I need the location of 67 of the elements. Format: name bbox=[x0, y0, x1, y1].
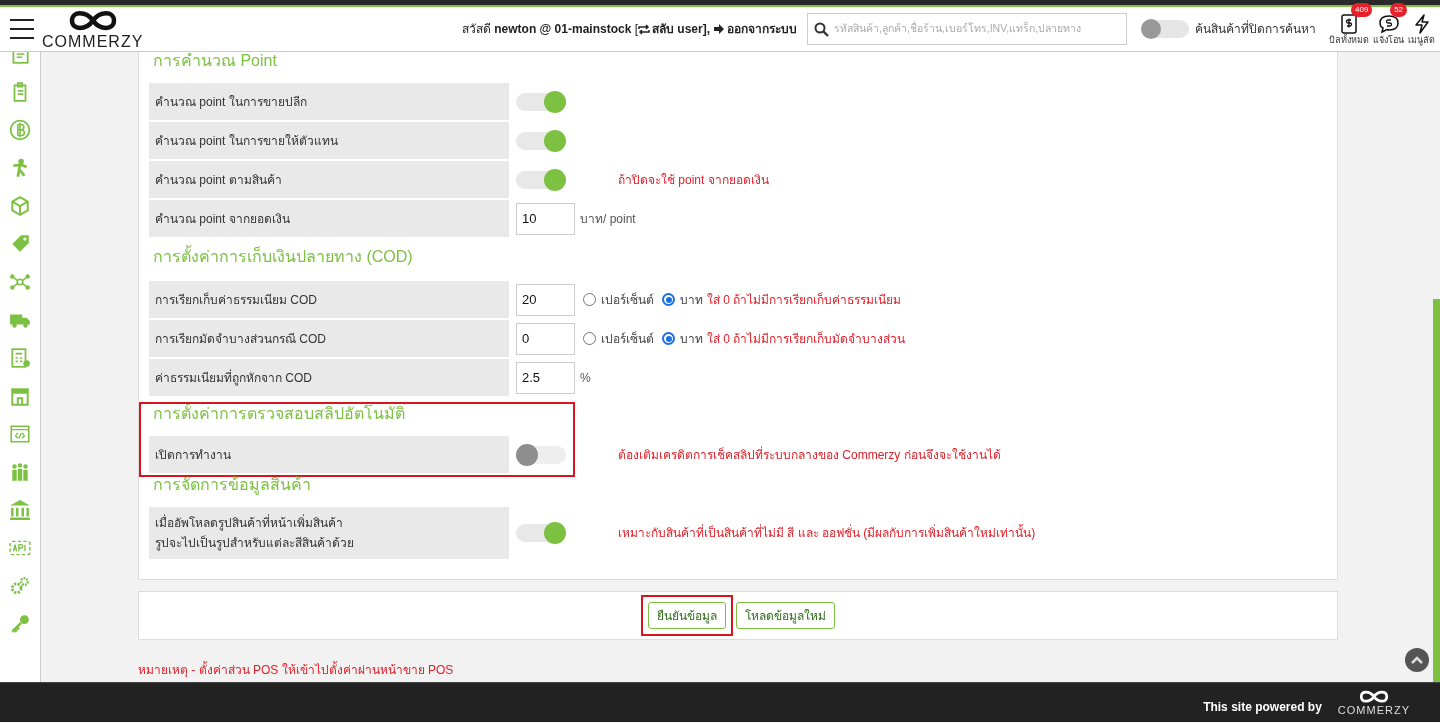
unit-label: บาท/ point bbox=[580, 210, 636, 228]
gears-icon[interactable] bbox=[9, 575, 31, 597]
bank-icon[interactable] bbox=[9, 499, 31, 521]
action-button[interactable]: ยืนยันข้อมูล bbox=[648, 602, 726, 629]
code-window-icon[interactable] bbox=[9, 423, 31, 445]
store-icon[interactable] bbox=[9, 385, 31, 407]
chevron-up-icon bbox=[1410, 655, 1424, 665]
footnote-text: หมายเหตุ - ตั้งค่าส่วน POS ให้เข้าไปตั้งค่าผ่านหน้าขาย POS bbox=[138, 663, 454, 677]
receipt-icon bbox=[1341, 14, 1357, 34]
toggle-switch[interactable] bbox=[516, 170, 566, 189]
toggle-switch[interactable] bbox=[516, 445, 566, 464]
setting-label: การเรียกเก็บค่าธรรมเนียม COD bbox=[149, 281, 509, 318]
toggle-label: ค้นสินค้าที่ปิดการค้นหา bbox=[1195, 20, 1316, 38]
key-icon[interactable] bbox=[9, 613, 31, 635]
setting-label: เปิดการทำงาน bbox=[149, 436, 509, 473]
search-field[interactable]: รหัสสินค้า,ลูกค้า,ชื่อร้าน,เบอร์โทร,INV,แทร็ก,ปลายทาง bbox=[807, 13, 1127, 45]
chat-icon bbox=[1377, 14, 1400, 34]
logo-text: COMMERZY bbox=[1337, 704, 1410, 717]
people-icon[interactable] bbox=[9, 461, 31, 483]
setting-label: เมื่ออัพโหลดรูปสินค้าที่หน้าเพิ่มสินค้า รูปจะไปเป็นรูปสำหรับแต่ละสีสินค้าด้วย bbox=[149, 507, 509, 559]
powered-by-text: This site powered by bbox=[1203, 698, 1322, 716]
setting-label: การเรียกมัดจำบางส่วนกรณี COD bbox=[149, 320, 509, 357]
greeting-text: สวัสดี newton @ 01-mainstock [ bbox=[461, 21, 638, 38]
toggle-switch[interactable] bbox=[516, 92, 566, 111]
count-badge: 409 bbox=[1351, 3, 1373, 17]
scrollbar-thumb[interactable] bbox=[1433, 299, 1440, 682]
action-button[interactable]: โหลดข้อมูลใหม่ bbox=[736, 602, 835, 629]
radio-option[interactable]: เปอร์เซ็นต์ bbox=[583, 290, 654, 309]
coin-icon[interactable] bbox=[9, 119, 31, 141]
logout-link[interactable]: ออกจากระบบ bbox=[714, 20, 797, 38]
radio-option[interactable]: เปอร์เซ็นต์ bbox=[583, 329, 654, 348]
network-icon[interactable] bbox=[9, 271, 31, 293]
hint-text: ใส่ 0 ถ้าไม่มีการเรียกเก็บมัดจำบางส่วน bbox=[707, 330, 906, 348]
section-heading: การตั้งค่าการตรวจสอบสลิปอัตโนมัติ bbox=[152, 404, 406, 424]
calculator-icon[interactable] bbox=[9, 347, 31, 369]
setting-label: ค่าธรรมเนียมที่ถูกหักจาก COD bbox=[149, 359, 509, 396]
setting-label: คำนวณ point ในการขายปลีก bbox=[149, 83, 509, 120]
number-field[interactable]: 2.5 bbox=[516, 361, 575, 394]
toggle-switch[interactable] bbox=[1141, 20, 1189, 38]
toggle-switch[interactable] bbox=[516, 131, 566, 150]
switch-user-link[interactable]: สลับ user], bbox=[638, 20, 710, 38]
number-field[interactable]: 10 bbox=[516, 202, 575, 235]
section-heading: การตั้งค่าการเก็บเงินปลายทาง (COD) bbox=[149, 247, 1327, 267]
hint-text: ใส่ 0 ถ้าไม่มีการเรียกเก็บค่าธรรมเนียม bbox=[707, 291, 902, 309]
number-field[interactable]: 0 bbox=[516, 322, 575, 355]
swap-icon bbox=[638, 23, 650, 35]
box-icon[interactable] bbox=[9, 195, 31, 217]
setting-label: คำนวณ point ในการขายให้ตัวแทน bbox=[149, 122, 509, 159]
setting-label: คำนวณ point จากยอดเงิน bbox=[149, 200, 509, 237]
logout-icon bbox=[714, 24, 725, 34]
search-icon bbox=[814, 21, 829, 37]
radio-option[interactable]: บาท bbox=[662, 290, 703, 309]
radio-option[interactable]: บาท bbox=[662, 329, 703, 348]
section-heading: การคำนวณ Point bbox=[152, 52, 278, 71]
number-field[interactable]: 20 bbox=[516, 283, 575, 316]
hint-text: เหมาะกับสินค้าที่เป็นสินค้าที่ไม่มี สี และ ออฟชั่น (มีผลกับการเพิ่มสินค้าใหม่เท่านั้น) bbox=[618, 524, 1036, 542]
bolt-icon bbox=[1413, 14, 1430, 34]
logo-text: COMMERZY bbox=[42, 33, 144, 50]
unit-label: % bbox=[580, 369, 591, 387]
toggle-switch[interactable] bbox=[516, 524, 566, 542]
shortcut-button[interactable]: เมนูลัด bbox=[1407, 12, 1436, 46]
hint-text: ต้องเติมเครดิตการเช็คสลิปที่ระบบกลางของ Commerzy ก่อนจึงจะใช้งานได้ bbox=[618, 445, 1001, 464]
scroll-top-button[interactable] bbox=[1405, 648, 1429, 672]
menu-icon[interactable] bbox=[10, 19, 34, 39]
hint-text: ถ้าปิดจะใช้ point จากยอดเงิน bbox=[618, 171, 769, 189]
setting-label: คำนวณ point ตามสินค้า bbox=[149, 161, 509, 198]
section-heading: การจัดการข้อมูลสินค้า bbox=[152, 475, 312, 495]
